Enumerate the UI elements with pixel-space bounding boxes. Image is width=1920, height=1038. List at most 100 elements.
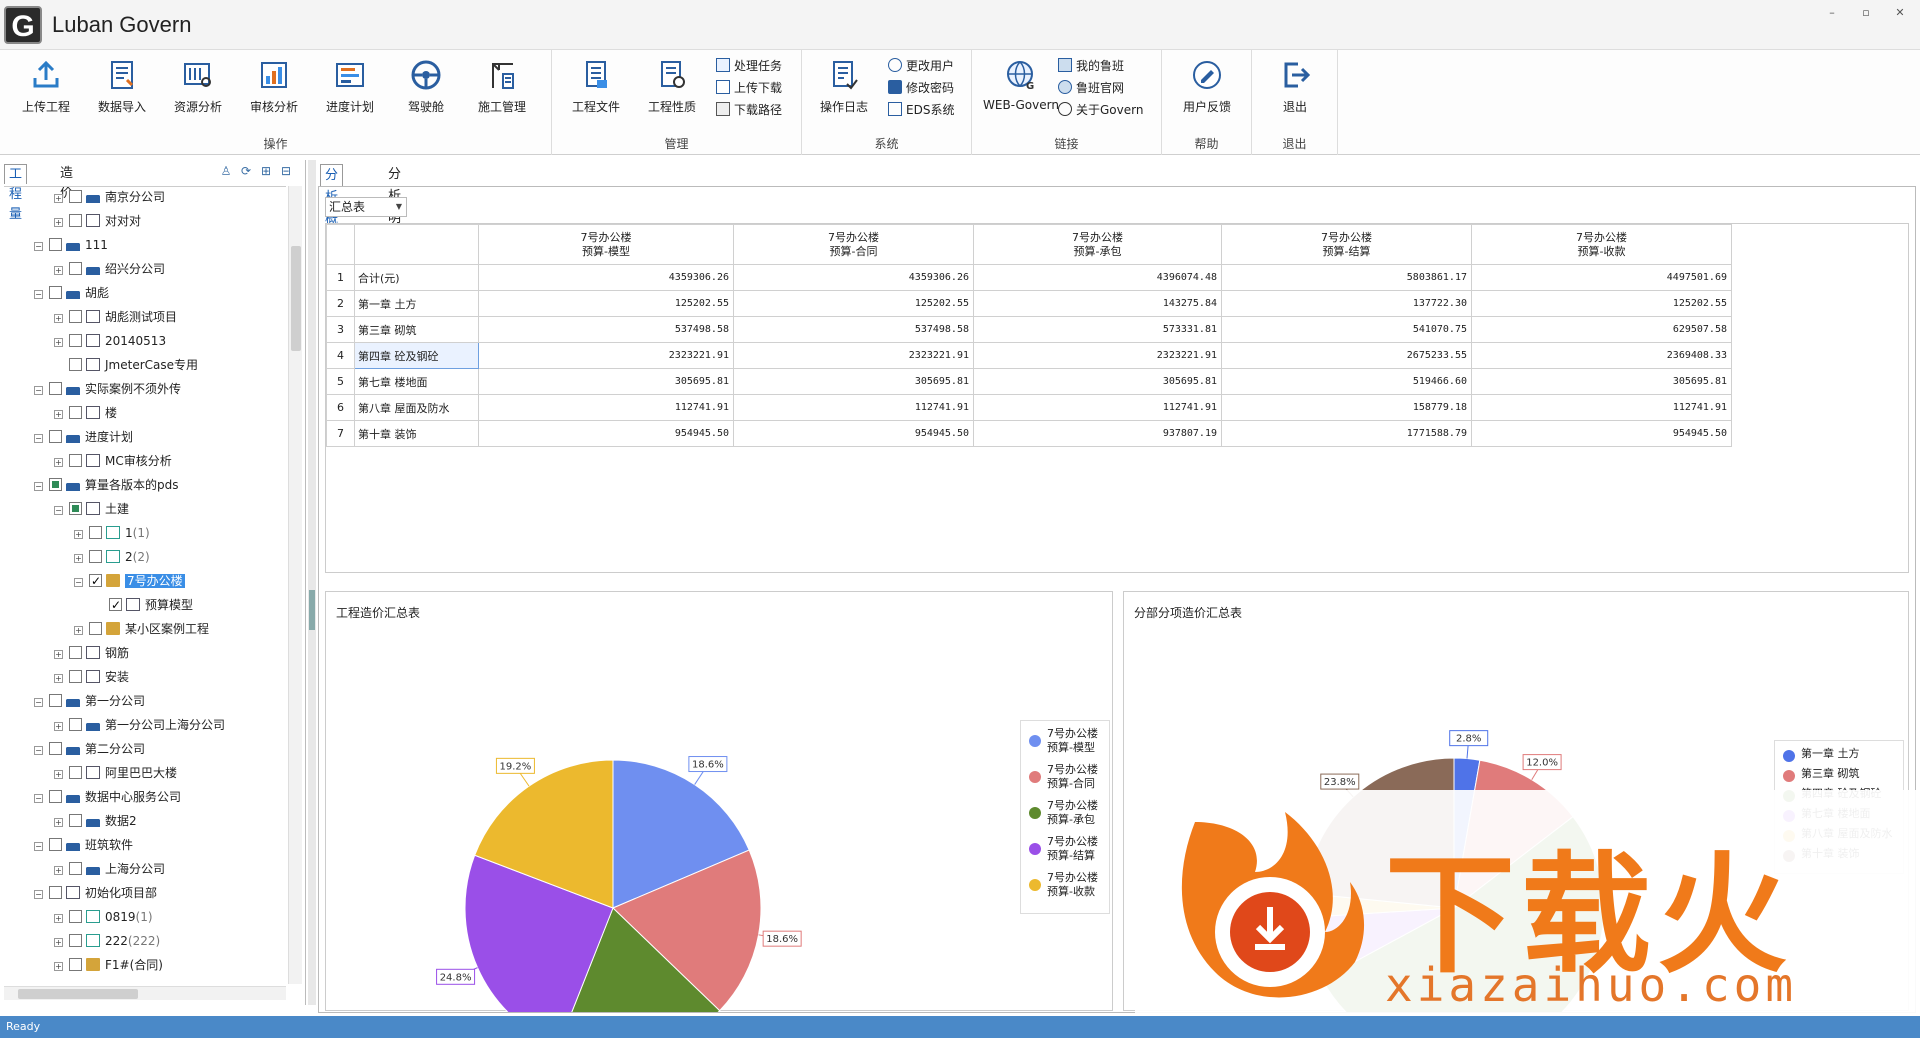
tab-cost[interactable]: 造价 xyxy=(56,164,77,201)
user-tree-icon[interactable]: ♙ xyxy=(219,164,233,178)
collapse-icon[interactable]: − xyxy=(34,842,43,851)
tab-analysis-overview[interactable]: 分析概况 xyxy=(320,164,344,249)
value-cell[interactable]: 954945.50 xyxy=(478,420,734,447)
tree-node[interactable]: + 楼 xyxy=(54,403,117,423)
collapse-icon[interactable]: − xyxy=(34,386,43,395)
download-path-button[interactable]: 下载路径 xyxy=(716,100,782,120)
tree-checkbox[interactable] xyxy=(49,382,62,395)
tree-node[interactable]: − 第一分公司 xyxy=(34,691,145,711)
value-cell[interactable]: 5803861.17 xyxy=(1221,264,1472,291)
value-cell[interactable]: 305695.81 xyxy=(1471,368,1732,395)
expand-icon[interactable]: + xyxy=(74,626,83,635)
value-cell[interactable]: 4396074.48 xyxy=(973,264,1222,291)
column-header[interactable]: 7号办公楼 预算-合同 xyxy=(733,224,974,265)
value-cell[interactable]: 125202.55 xyxy=(1471,290,1732,317)
tree-node[interactable]: − 班筑软件 xyxy=(34,835,133,855)
value-cell[interactable]: 2323221.91 xyxy=(973,342,1222,369)
summary-select[interactable]: 汇总表 ▼ xyxy=(325,197,407,217)
tree-node[interactable]: + 胡彪测试项目 xyxy=(54,307,177,327)
tree-checkbox[interactable] xyxy=(49,838,62,851)
tree-checkbox[interactable] xyxy=(69,310,82,323)
construction-mgmt-button[interactable]: 施工管理 xyxy=(466,58,538,115)
exit-button[interactable]: 退出 xyxy=(1259,58,1331,115)
tree-node[interactable]: − 胡彪 xyxy=(34,283,109,303)
user-feedback-button[interactable]: 用户反馈 xyxy=(1171,58,1243,115)
tree-node[interactable]: + 钢筋 xyxy=(54,643,129,663)
collapse-icon[interactable]: − xyxy=(34,794,43,803)
value-cell[interactable]: 305695.81 xyxy=(733,368,974,395)
tree-node[interactable]: + 安装 xyxy=(54,667,129,687)
expand-all-icon[interactable]: ⊞ xyxy=(259,164,273,178)
table-row[interactable]: 4 第四章 砼及钢砼 2323221.91 2323221.91 2323221.91 2… xyxy=(326,342,1732,369)
tree-node[interactable]: + 第一分公司上海分公司 xyxy=(54,715,225,735)
collapse-icon[interactable]: − xyxy=(34,890,43,899)
value-cell[interactable]: 158779.18 xyxy=(1221,394,1472,421)
tree-node[interactable]: − 7号办公楼 xyxy=(74,571,185,591)
column-header[interactable]: 7号办公楼 预算-承包 xyxy=(973,224,1222,265)
project-properties-button[interactable]: 工程性质 xyxy=(636,58,708,115)
tree-checkbox[interactable] xyxy=(49,790,62,803)
operation-log-button[interactable]: 操作日志 xyxy=(808,58,880,115)
restore-button[interactable]: ▫ xyxy=(1854,4,1878,22)
table-row[interactable]: 6 第八章 屋面及防水 112741.91 112741.91 112741.91 158… xyxy=(326,394,1732,421)
expand-icon[interactable]: + xyxy=(54,962,63,971)
tab-quantity[interactable]: 工程量 xyxy=(4,164,28,222)
tree-node[interactable]: +2(2) xyxy=(74,547,150,567)
legend-item[interactable]: 7号办公楼 预算-合同 xyxy=(1029,763,1101,799)
value-cell[interactable]: 4359306.26 xyxy=(478,264,734,291)
legend-item[interactable]: 第三章 砌筑 xyxy=(1783,767,1895,787)
tree-node[interactable]: − 进度计划 xyxy=(34,427,133,447)
row-name-cell[interactable]: 第四章 砼及钢砼 xyxy=(354,342,479,369)
tree-node[interactable]: + 对对对 xyxy=(54,211,141,231)
web-govern-button[interactable]: G WEB-Govern xyxy=(978,58,1064,112)
expand-icon[interactable]: + xyxy=(54,722,63,731)
value-cell[interactable]: 4497501.69 xyxy=(1471,264,1732,291)
tree-checkbox[interactable] xyxy=(69,646,82,659)
value-cell[interactable]: 541070.75 xyxy=(1221,316,1472,343)
expand-icon[interactable]: + xyxy=(54,866,63,875)
expand-icon[interactable]: + xyxy=(54,914,63,923)
legend-item[interactable]: 7号办公楼 预算-承包 xyxy=(1029,799,1101,835)
tree-node[interactable]: +0819(1) xyxy=(54,907,153,927)
tree-checkbox[interactable] xyxy=(69,814,82,827)
tree-checkbox[interactable] xyxy=(89,571,102,591)
expand-icon[interactable]: + xyxy=(54,458,63,467)
tree-horizontal-scrollbar[interactable] xyxy=(4,986,286,1000)
tree-node[interactable]: − 初始化项目部 xyxy=(34,883,157,903)
tree-checkbox[interactable] xyxy=(69,718,82,731)
about-govern-button[interactable]: 关于Govern xyxy=(1058,100,1143,120)
tree-node[interactable]: − 土建 xyxy=(54,499,129,519)
tab-analysis-detail[interactable]: 分析明细 xyxy=(384,164,405,248)
column-header[interactable]: 7号办公楼 预算-结算 xyxy=(1221,224,1472,265)
table-row[interactable]: 5 第七章 楼地面 305695.81 305695.81 305695.81 51946… xyxy=(326,368,1732,395)
upload-project-button[interactable]: 上传工程 xyxy=(10,58,82,115)
row-name-cell[interactable]: 第一章 土方 xyxy=(354,290,479,317)
value-cell[interactable]: 137722.30 xyxy=(1221,290,1472,317)
tree-node[interactable]: + F1#(合同) xyxy=(54,955,163,975)
collapse-icon[interactable]: − xyxy=(34,746,43,755)
audit-analysis-button[interactable]: 审核分析 xyxy=(238,58,310,115)
scroll-thumb[interactable] xyxy=(18,989,138,999)
tree-node[interactable]: − 第二分公司 xyxy=(34,739,145,759)
tree-checkbox[interactable] xyxy=(89,550,102,563)
value-cell[interactable]: 1771588.79 xyxy=(1221,420,1472,447)
value-cell[interactable]: 112741.91 xyxy=(478,394,734,421)
value-cell[interactable]: 305695.81 xyxy=(973,368,1222,395)
value-cell[interactable]: 519466.60 xyxy=(1221,368,1472,395)
value-cell[interactable]: 2323221.91 xyxy=(478,342,734,369)
tree-checkbox[interactable] xyxy=(89,526,102,539)
legend-item[interactable]: 7号办公楼 预算-收款 xyxy=(1029,871,1101,907)
value-cell[interactable]: 937807.19 xyxy=(973,420,1222,447)
schedule-plan-button[interactable]: 进度计划 xyxy=(314,58,386,115)
tree-node[interactable]: +20140513 xyxy=(54,331,166,351)
tree-node[interactable]: +预算模型 xyxy=(94,595,193,615)
value-cell[interactable]: 537498.58 xyxy=(478,316,734,343)
tree-checkbox[interactable] xyxy=(49,742,62,755)
value-cell[interactable]: 112741.91 xyxy=(1471,394,1732,421)
tree-checkbox[interactable] xyxy=(109,595,122,615)
tree-checkbox[interactable] xyxy=(49,478,62,491)
tree-checkbox[interactable] xyxy=(69,190,82,203)
eds-system-button[interactable]: EDS系统 xyxy=(888,100,954,120)
value-cell[interactable]: 2675233.55 xyxy=(1221,342,1472,369)
collapse-icon[interactable]: − xyxy=(34,482,43,491)
